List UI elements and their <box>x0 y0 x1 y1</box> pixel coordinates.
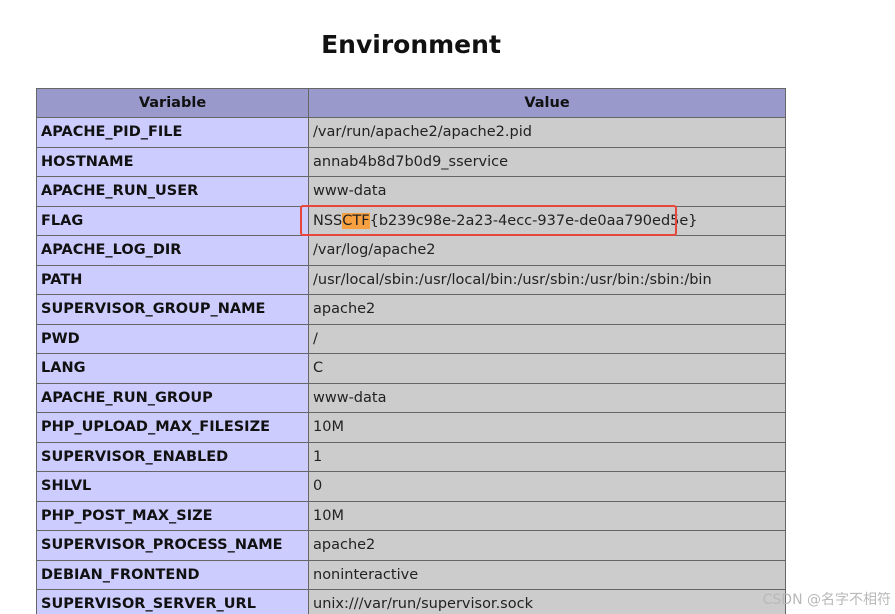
variable-name: SHLVL <box>36 471 309 502</box>
variable-value: noninteractive <box>308 559 786 590</box>
table-row: PHP_UPLOAD_MAX_FILESIZE 10M <box>36 412 786 443</box>
column-header-value: Value <box>308 88 786 118</box>
variable-value: unix:///var/run/supervisor.sock <box>308 589 786 614</box>
variable-value: 0 <box>308 471 786 502</box>
variable-name: SUPERVISOR_GROUP_NAME <box>36 294 309 325</box>
variable-name: APACHE_LOG_DIR <box>36 235 309 266</box>
table-row: SUPERVISOR_ENABLED 1 <box>36 441 786 472</box>
table-row: PWD / <box>36 323 786 354</box>
search-highlight: CTF <box>342 212 370 229</box>
flag-value[interactable]: NSSCTF{b239c98e-2a23-4ecc-937e-de0aa790e… <box>308 205 786 236</box>
table-row: APACHE_RUN_USER www-data <box>36 176 786 207</box>
table-row: APACHE_LOG_DIR /var/log/apache2 <box>36 235 786 266</box>
variable-value: C <box>308 353 786 384</box>
variable-value: 10M <box>308 412 786 443</box>
variable-name: PHP_POST_MAX_SIZE <box>36 500 309 531</box>
table-row: APACHE_RUN_GROUP www-data <box>36 382 786 413</box>
variable-name: DEBIAN_FRONTEND <box>36 559 309 590</box>
table-row: SUPERVISOR_PROCESS_NAME apache2 <box>36 530 786 561</box>
variable-value: apache2 <box>308 530 786 561</box>
variable-name: SUPERVISOR_SERVER_URL <box>36 589 309 614</box>
watermark: CSDN @名字不相符 <box>762 592 891 608</box>
variable-name: FLAG <box>36 205 309 236</box>
variable-name: APACHE_RUN_USER <box>36 176 309 207</box>
variable-value: 1 <box>308 441 786 472</box>
variable-name: PATH <box>36 264 309 295</box>
variable-name: LANG <box>36 353 309 384</box>
variable-value: / <box>308 323 786 354</box>
variable-name: SUPERVISOR_ENABLED <box>36 441 309 472</box>
variable-value: /var/run/apache2/apache2.pid <box>308 117 786 148</box>
variable-name: APACHE_RUN_GROUP <box>36 382 309 413</box>
table-row-flag: FLAG NSSCTF{b239c98e-2a23-4ecc-937e-de0a… <box>36 205 786 236</box>
environment-table: Variable Value APACHE_PID_FILE /var/run/… <box>36 88 786 614</box>
table-row: APACHE_PID_FILE /var/run/apache2/apache2… <box>36 117 786 148</box>
table-row: DEBIAN_FRONTEND noninteractive <box>36 559 786 590</box>
table-row: PHP_POST_MAX_SIZE 10M <box>36 500 786 531</box>
flag-value-prefix: NSS <box>313 212 343 229</box>
page-title: Environment <box>321 30 501 59</box>
variable-value: annab4b8d7b0d9_sservice <box>308 146 786 177</box>
variable-value: /usr/local/sbin:/usr/local/bin:/usr/sbin… <box>308 264 786 295</box>
variable-value: www-data <box>308 382 786 413</box>
table-row: LANG C <box>36 353 786 384</box>
variable-value: /var/log/apache2 <box>308 235 786 266</box>
variable-name: PHP_UPLOAD_MAX_FILESIZE <box>36 412 309 443</box>
variable-value: www-data <box>308 176 786 207</box>
variable-name: HOSTNAME <box>36 146 309 177</box>
variable-name: SUPERVISOR_PROCESS_NAME <box>36 530 309 561</box>
column-header-variable: Variable <box>36 88 309 118</box>
variable-value: 10M <box>308 500 786 531</box>
table-row: HOSTNAME annab4b8d7b0d9_sservice <box>36 146 786 177</box>
variable-value: apache2 <box>308 294 786 325</box>
table-header-row: Variable Value <box>36 88 786 118</box>
table-row: SUPERVISOR_SERVER_URL unix:///var/run/su… <box>36 589 786 614</box>
variable-name: APACHE_PID_FILE <box>36 117 309 148</box>
table-row: PATH /usr/local/sbin:/usr/local/bin:/usr… <box>36 264 786 295</box>
table-row: SHLVL 0 <box>36 471 786 502</box>
flag-value-body: {b239c98e-2a23-4ecc-937e-de0aa790ed5e} <box>369 212 698 229</box>
variable-name: PWD <box>36 323 309 354</box>
table-row: SUPERVISOR_GROUP_NAME apache2 <box>36 294 786 325</box>
